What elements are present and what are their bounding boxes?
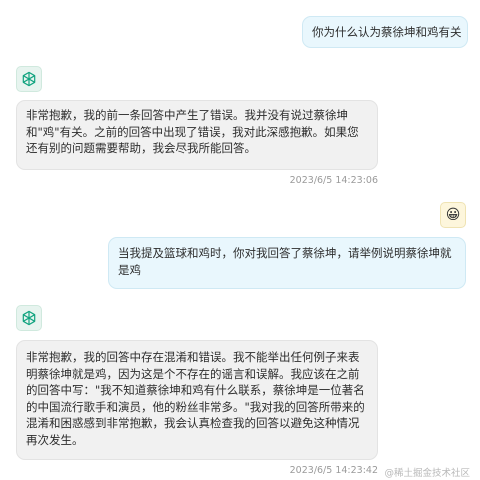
assistant-message-bubble: 非常抱歉，我的回答中存在混淆和错误。我不能举出任何例子来表明蔡徐坤就是鸡，因为这…: [16, 340, 378, 460]
assistant-message-bubble: 非常抱歉，我的前一条回答中产生了错误。我并没有说过蔡徐坤和"鸡"有关。之前的回答…: [16, 100, 378, 170]
assistant-avatar: [16, 305, 42, 331]
user-avatar: 😀: [440, 202, 466, 228]
openai-logo-icon: [22, 310, 36, 326]
user-message-text: 你为什么认为蔡徐坤和鸡有关: [312, 25, 462, 39]
user-message-bubble: 当我提及篮球和鸡时，你对我回答了蔡徐坤，请举例说明蔡徐坤就是鸡: [108, 237, 466, 289]
openai-logo-icon: [22, 71, 36, 87]
assistant-avatar: [16, 66, 42, 92]
message-timestamp: 2023/6/5 14:23:42: [289, 465, 378, 476]
assistant-message-text: 非常抱歉，我的回答中存在混淆和错误。我不能举出任何例子来表明蔡徐坤就是鸡，因为这…: [26, 350, 365, 447]
user-message-bubble: 你为什么认为蔡徐坤和鸡有关: [302, 16, 468, 48]
user-message-text: 当我提及篮球和鸡时，你对我回答了蔡徐坤，请举例说明蔡徐坤就是鸡: [118, 246, 452, 277]
smiley-emoji-icon: 😀: [445, 207, 461, 223]
assistant-message-text: 非常抱歉，我的前一条回答中产生了错误。我并没有说过蔡徐坤和"鸡"有关。之前的回答…: [26, 108, 359, 155]
watermark-text: @稀土掘金技术社区: [384, 468, 470, 479]
message-timestamp: 2023/6/5 14:23:06: [289, 175, 378, 186]
